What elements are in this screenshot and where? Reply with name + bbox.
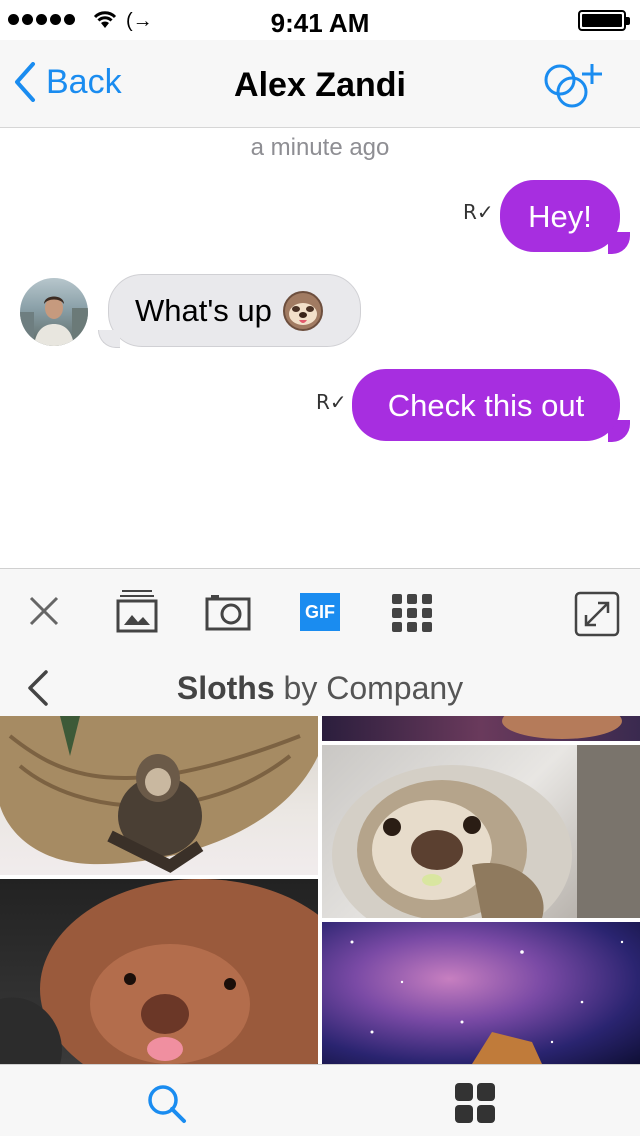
expand-icon[interactable]: [574, 591, 620, 637]
message-timestamp: a minute ago: [250, 134, 390, 161]
collection-author: by Company: [283, 670, 464, 706]
battery-icon: [578, 10, 630, 31]
search-icon[interactable]: [146, 1083, 188, 1125]
sloth-emoji-icon: [282, 290, 323, 331]
camera-icon[interactable]: [205, 593, 251, 631]
gif-grid: [0, 716, 640, 1064]
photo-library-icon[interactable]: [116, 589, 158, 633]
message-text: Check this out: [387, 387, 585, 423]
gif-thumbnail[interactable]: [0, 716, 318, 875]
gif-thumbnail[interactable]: [322, 716, 640, 741]
apps-grid-icon[interactable]: [391, 593, 433, 633]
outgoing-message-bubble[interactable]: Check this out: [352, 369, 620, 441]
gif-collection-title: Sloths by Company: [0, 670, 640, 707]
message-text: What's up: [135, 293, 272, 328]
gif-button[interactable]: GIF: [300, 593, 340, 631]
outgoing-message-bubble[interactable]: Hey!: [500, 180, 620, 252]
read-receipt-icon: R✓: [316, 390, 347, 414]
gif-thumbnail[interactable]: [0, 879, 318, 1064]
status-time: 9:41 AM: [270, 8, 370, 38]
avatar[interactable]: [20, 278, 88, 346]
gif-thumbnail[interactable]: [322, 745, 640, 918]
gif-thumbnail[interactable]: [322, 922, 640, 1064]
attachment-toolbar: GIF: [0, 568, 640, 660]
incoming-message-bubble[interactable]: What's up: [108, 274, 361, 347]
bubble-tail: [98, 330, 120, 348]
message-text: Hey!: [528, 198, 592, 234]
collection-name: Sloths: [176, 670, 275, 706]
close-icon[interactable]: [28, 595, 60, 627]
gif-panel-header: Sloths by Company: [0, 660, 640, 716]
status-bar: (→ 9:41 AM: [0, 0, 640, 40]
bottom-tab-bar: [0, 1064, 640, 1136]
read-receipt-icon: R✓: [463, 200, 494, 224]
categories-grid-icon[interactable]: [455, 1083, 495, 1123]
navigation-bar: Back Alex Zandi: [0, 40, 640, 128]
add-people-icon[interactable]: [542, 60, 612, 110]
